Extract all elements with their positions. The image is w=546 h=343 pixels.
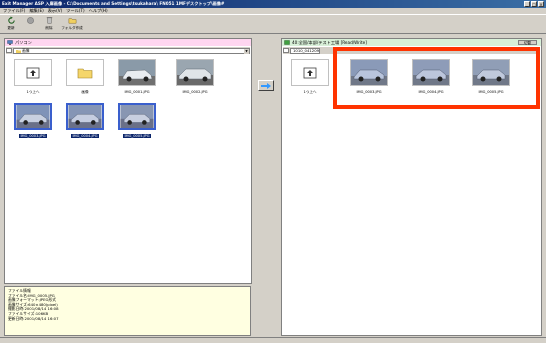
server-pane: 40:全国/本部/テスト工場 [Read/Write] 切替 1010_0412… xyxy=(281,38,542,336)
item-photo-selected[interactable]: IMG_0003.JPG xyxy=(11,103,55,147)
drive-icon xyxy=(283,48,289,53)
local-file-list: 1つ上へ 画像 IMG_0001.JPG IMG_0002.JPG IMG_00… xyxy=(6,55,250,283)
local-path-value: 画像 xyxy=(21,47,30,53)
item-caption: IMG_0004.JPG xyxy=(71,134,99,138)
up-folder-icon xyxy=(26,67,40,78)
item-caption: 画像 xyxy=(81,90,89,94)
refresh-button[interactable]: 更新 xyxy=(3,15,19,33)
item-caption: IMG_0001.JPG xyxy=(124,90,150,94)
car-photo-icon xyxy=(177,60,213,85)
item-up[interactable]: 1つ上へ xyxy=(11,59,55,103)
delete-icon xyxy=(46,16,52,23)
item-photo[interactable]: IMG_0001.JPG xyxy=(115,59,159,103)
refresh-icon xyxy=(7,15,15,24)
transfer-button[interactable] xyxy=(258,80,274,91)
new-folder-button[interactable]: フォルダ作成 xyxy=(60,16,84,33)
menu-file[interactable]: ファイル(F) xyxy=(3,8,25,14)
folder-icon xyxy=(77,68,93,78)
item-photo[interactable]: IMG_0005.JPG xyxy=(469,59,513,103)
window-title: Exit Manager ASP 入庫画像 - C:\Documents and… xyxy=(2,1,225,6)
item-caption: IMG_0005.JPG xyxy=(478,90,504,94)
local-pane: パソコン 画像 ▼ 1つ上へ 画像 IMG_0001.JPG IMG_0002.… xyxy=(4,38,252,284)
item-photo-selected[interactable]: IMG_0004.JPG xyxy=(63,103,107,147)
menu-bar: ファイル(F) 編集(E) 表示(V) ツール(T) ヘルプ(H) xyxy=(0,8,546,15)
local-pane-header: パソコン xyxy=(5,39,251,46)
car-photo-icon xyxy=(119,60,155,85)
server-icon xyxy=(284,40,290,45)
server-file-list: 1つ上へ IMG_0003.JPG IMG_0004.JPG IMG_0005.… xyxy=(283,55,540,335)
delete-button[interactable]: 削除 xyxy=(41,16,57,33)
local-path-select[interactable]: 画像 ▼ xyxy=(12,47,250,54)
car-photo-icon xyxy=(351,60,387,85)
local-pane-title: パソコン xyxy=(15,39,32,45)
info-line: 更新日時:2001/08/14 16:07 xyxy=(8,315,59,321)
local-path-bar: 画像 ▼ xyxy=(6,47,250,54)
car-photo-icon xyxy=(473,60,509,85)
up-folder-icon xyxy=(303,67,317,78)
item-up[interactable]: 1つ上へ xyxy=(288,59,332,103)
item-caption: IMG_0002.JPG xyxy=(182,90,208,94)
refresh-label: 更新 xyxy=(7,25,15,30)
item-photo[interactable]: IMG_0004.JPG xyxy=(409,59,453,103)
title-bar: Exit Manager ASP 入庫画像 - C:\Documents and… xyxy=(0,0,546,8)
item-caption: IMG_0005.JPG xyxy=(123,134,151,138)
file-info-pane: ファイル情報 ファイル名:IMG_0005.JPG 画像フォーマット:JPEG形… xyxy=(4,286,251,336)
stop-button[interactable] xyxy=(22,16,38,33)
item-photo[interactable]: IMG_0003.JPG xyxy=(347,59,391,103)
item-caption: IMG_0004.JPG xyxy=(418,90,444,94)
server-path-select[interactable]: 1010_041209 xyxy=(290,47,320,54)
item-photo[interactable]: IMG_0002.JPG xyxy=(173,59,217,103)
server-path-bar: 1010_041209 xyxy=(283,47,540,54)
computer-icon xyxy=(7,40,13,45)
maximize-button[interactable]: □ xyxy=(531,1,537,7)
drive-icon xyxy=(6,48,12,53)
chevron-down-icon[interactable]: ▼ xyxy=(244,48,249,54)
close-button[interactable]: × xyxy=(538,1,544,7)
toolbar: 更新 削除 フォルダ作成 xyxy=(0,15,546,34)
status-bar xyxy=(0,337,546,343)
new-folder-icon xyxy=(68,17,76,23)
car-photo-icon xyxy=(120,105,154,128)
server-path-value: 1010_041209 xyxy=(293,48,320,53)
minimize-button[interactable]: _ xyxy=(524,1,530,7)
car-photo-icon xyxy=(413,60,449,85)
new-folder-label: フォルダ作成 xyxy=(61,25,83,30)
stop-icon xyxy=(26,16,34,24)
car-photo-icon xyxy=(68,105,102,128)
menu-help[interactable]: ヘルプ(H) xyxy=(89,8,108,14)
menu-tools[interactable]: ツール(T) xyxy=(66,8,84,14)
item-caption: IMG_0003.JPG xyxy=(19,134,47,138)
item-caption: 1つ上へ xyxy=(303,90,317,94)
server-pane-title: 40:全国/本部/テスト工場 [Read/Write] xyxy=(292,39,367,45)
item-caption: 1つ上へ xyxy=(26,90,40,94)
menu-edit[interactable]: 編集(E) xyxy=(29,8,43,14)
item-folder[interactable]: 画像 xyxy=(63,59,107,103)
menu-view[interactable]: 表示(V) xyxy=(48,8,63,14)
delete-label: 削除 xyxy=(45,25,53,30)
folder-icon xyxy=(15,49,21,53)
switch-button[interactable]: 切替 xyxy=(517,40,537,45)
item-caption: IMG_0003.JPG xyxy=(356,90,382,94)
car-photo-icon xyxy=(16,105,50,128)
server-pane-header: 40:全国/本部/テスト工場 [Read/Write] 切替 xyxy=(282,39,541,46)
arrow-right-icon xyxy=(261,82,271,89)
item-photo-selected[interactable]: IMG_0005.JPG xyxy=(115,103,159,147)
